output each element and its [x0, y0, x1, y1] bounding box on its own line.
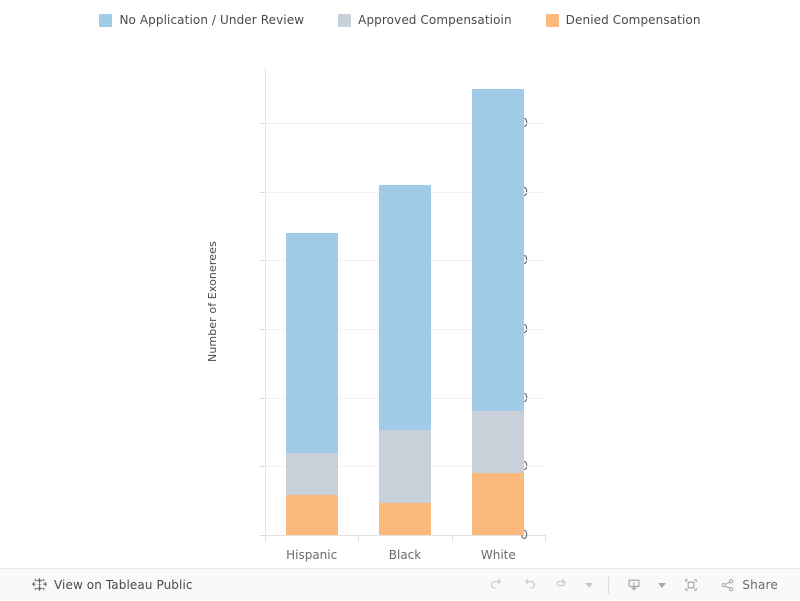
- share-button-label: Share: [742, 578, 778, 592]
- download-button[interactable]: [618, 572, 650, 598]
- bar-segment[interactable]: [285, 495, 338, 535]
- view-on-tableau-public-label: View on Tableau Public: [54, 577, 193, 592]
- toolbar-actions: Share: [481, 569, 800, 601]
- redo-button[interactable]: [513, 572, 545, 598]
- y-axis-title: Number of Exonerees: [206, 241, 219, 363]
- bar-segment[interactable]: [379, 184, 431, 430]
- caret-down-icon: [658, 582, 667, 588]
- x-axis-tick-label[interactable]: White: [481, 548, 516, 562]
- redo-icon: [520, 576, 538, 594]
- caret-down-icon: [585, 582, 594, 588]
- bar-column-hispanic[interactable]: [285, 68, 338, 535]
- download-icon: [625, 576, 643, 594]
- x-axis-separator: [451, 535, 453, 542]
- bar-segment[interactable]: [472, 411, 525, 474]
- tableau-viz-container: No Application / Under Review Approved C…: [0, 0, 800, 568]
- bar-segment[interactable]: [472, 88, 525, 412]
- undo-button[interactable]: [481, 572, 513, 598]
- bar-column-white[interactable]: [472, 68, 525, 535]
- toolbar-divider: [608, 576, 610, 594]
- fullscreen-button[interactable]: [672, 572, 710, 598]
- bar-segment[interactable]: [285, 452, 338, 496]
- plot-area: [265, 68, 545, 535]
- undo-icon: [488, 576, 506, 594]
- viz-bottom-toolbar: View on Tableau Public Share: [0, 568, 800, 600]
- x-axis-separator: [265, 535, 266, 542]
- fullscreen-icon: [682, 576, 700, 594]
- share-nodes-icon: [719, 577, 736, 594]
- tableau-logo-icon: [32, 577, 47, 592]
- bar-segment[interactable]: [379, 503, 431, 535]
- view-on-tableau-public-link[interactable]: View on Tableau Public: [32, 577, 193, 592]
- x-axis-tick-label[interactable]: Black: [389, 548, 421, 562]
- revert-menu-button[interactable]: [577, 572, 599, 598]
- x-axis-tick-label[interactable]: Hispanic: [286, 548, 337, 562]
- bar-segment[interactable]: [379, 429, 431, 504]
- x-axis-separator: [545, 535, 546, 542]
- revert-button[interactable]: [545, 572, 577, 598]
- bar-column-black[interactable]: [379, 68, 431, 535]
- stacked-bar-chart: Number of Exonerees 0102030405060 Hispan…: [0, 0, 800, 568]
- share-button[interactable]: Share: [710, 572, 786, 598]
- bar-segment[interactable]: [285, 232, 338, 453]
- x-axis-separator: [358, 535, 360, 542]
- revert-icon: [552, 576, 570, 594]
- download-menu-button[interactable]: [650, 572, 672, 598]
- bar-segment[interactable]: [472, 473, 525, 535]
